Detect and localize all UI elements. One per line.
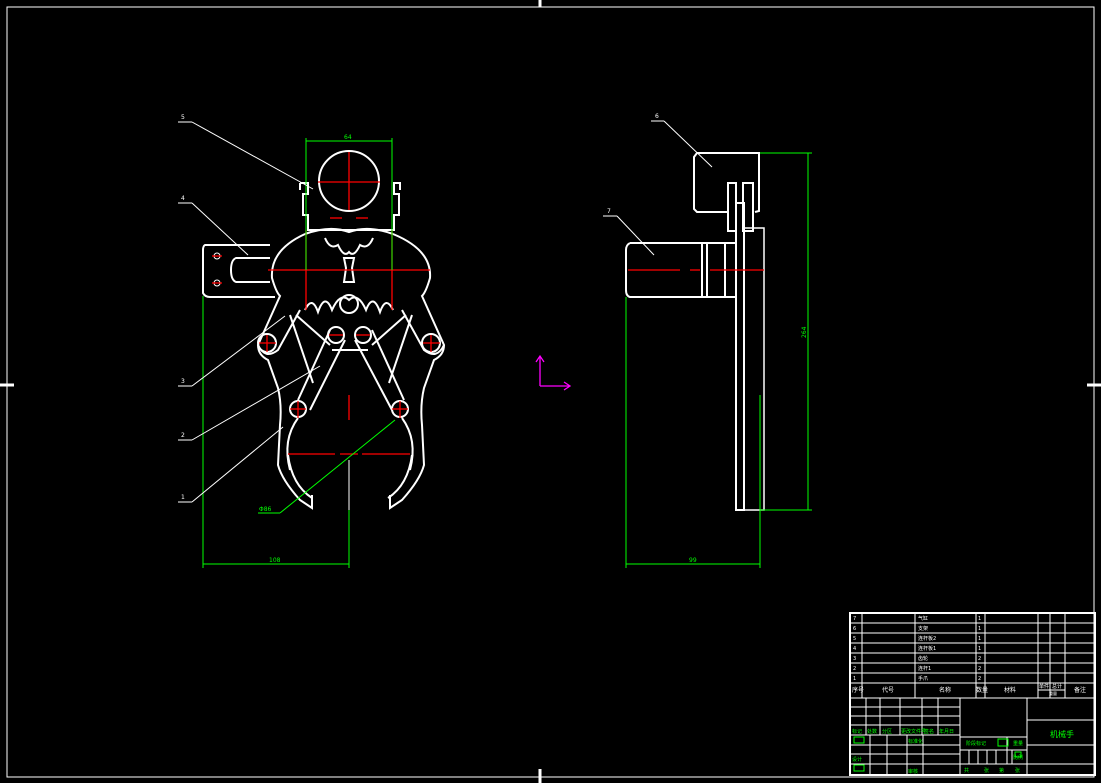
hdr-name: 名称 xyxy=(939,686,951,694)
balloon-5: 5 xyxy=(181,114,185,121)
parts-row-qty: 2 xyxy=(978,666,981,672)
parts-row-no: 2 xyxy=(853,666,856,672)
hdr-total: 总计 xyxy=(1052,683,1062,690)
balloon-3: 3 xyxy=(181,378,185,385)
rev-date: 年月日 xyxy=(939,728,954,735)
drawing-title: 机械手 xyxy=(1050,729,1074,739)
parts-row-qty: 2 xyxy=(978,656,981,662)
parts-row-name: 齿轮 xyxy=(918,655,928,662)
parts-row-name: 连杆板1 xyxy=(918,645,936,652)
parts-row-no: 5 xyxy=(853,636,856,642)
label-review: 审核 xyxy=(908,768,918,775)
front-view: 64 108 Φ86 5 4 3 2 1 xyxy=(178,114,446,568)
dim-front-width: 108 xyxy=(269,557,281,564)
rev-zone: 分区 xyxy=(882,728,892,735)
sheet-unit2: 张 xyxy=(1015,767,1020,774)
sheet-total: 共 xyxy=(964,767,969,774)
hdr-qty: 数量 xyxy=(976,686,988,694)
parts-row-qty: 1 xyxy=(978,626,981,632)
parts-row-name: 连杆板2 xyxy=(918,635,936,642)
parts-row-qty: 2 xyxy=(978,676,981,682)
dim-top-width: 64 xyxy=(344,134,352,141)
title-block: 7 气缸 16 支架 15 连杆板2 14 连杆板1 13 齿轮 22 连杆1 21 手爪 2 序号 代号 … xyxy=(849,612,1096,776)
rev-sign: 签名 xyxy=(924,728,934,735)
hdr-remark: 备注 xyxy=(1074,686,1086,694)
hdr-weight: 重量 xyxy=(1049,690,1057,696)
parts-row-name: 气缸 xyxy=(918,615,928,622)
parts-row-no: 7 xyxy=(853,616,856,622)
parts-row-no: 4 xyxy=(853,646,856,652)
label-design: 设计 xyxy=(852,756,862,763)
sheet-unit1: 张 xyxy=(984,767,989,774)
parts-row-no: 6 xyxy=(853,626,856,632)
sheet-no: 第 xyxy=(999,767,1004,774)
rev-mark: 标记 xyxy=(852,728,862,735)
parts-row-name: 手爪 xyxy=(918,675,928,682)
balloon-1: 1 xyxy=(181,494,185,501)
rev-docno: 更改文件号 xyxy=(901,728,926,735)
balloon-7: 7 xyxy=(607,208,611,215)
cad-drawing: 64 108 Φ86 5 4 3 2 1 264 99 6 7 7 气缸 16 … xyxy=(0,0,1101,783)
label-stage: 阶段标记 xyxy=(966,740,986,747)
balloon-2: 2 xyxy=(181,432,185,439)
parts-row-no: 3 xyxy=(853,656,856,662)
hdr-no: 序号 xyxy=(852,686,864,694)
ucs-icon xyxy=(535,354,572,391)
hdr-single: 单件 xyxy=(1039,683,1049,690)
parts-row-name: 支架 xyxy=(918,625,928,632)
parts-row-qty: 1 xyxy=(978,636,981,642)
dim-side-height: 264 xyxy=(801,326,808,338)
centering-marks xyxy=(0,0,1101,783)
side-view: 264 99 6 7 xyxy=(603,113,812,568)
balloon-6: 6 xyxy=(655,113,659,120)
dim-side-width: 99 xyxy=(689,557,697,564)
rev-count: 处数 xyxy=(867,728,877,735)
parts-row-qty: 1 xyxy=(978,616,981,622)
parts-row-qty: 1 xyxy=(978,646,981,652)
hdr-material: 材料 xyxy=(1004,686,1016,694)
dim-jaw-diameter: Φ86 xyxy=(259,506,272,513)
drawing-frame xyxy=(6,6,1095,778)
parts-row-no: 1 xyxy=(853,676,856,682)
label-weight: 重量 xyxy=(1013,740,1023,747)
hdr-code: 代号 xyxy=(882,686,894,694)
label-standard: 标准化 xyxy=(908,738,923,745)
parts-row-name: 连杆1 xyxy=(918,665,931,672)
balloon-4: 4 xyxy=(181,195,185,202)
